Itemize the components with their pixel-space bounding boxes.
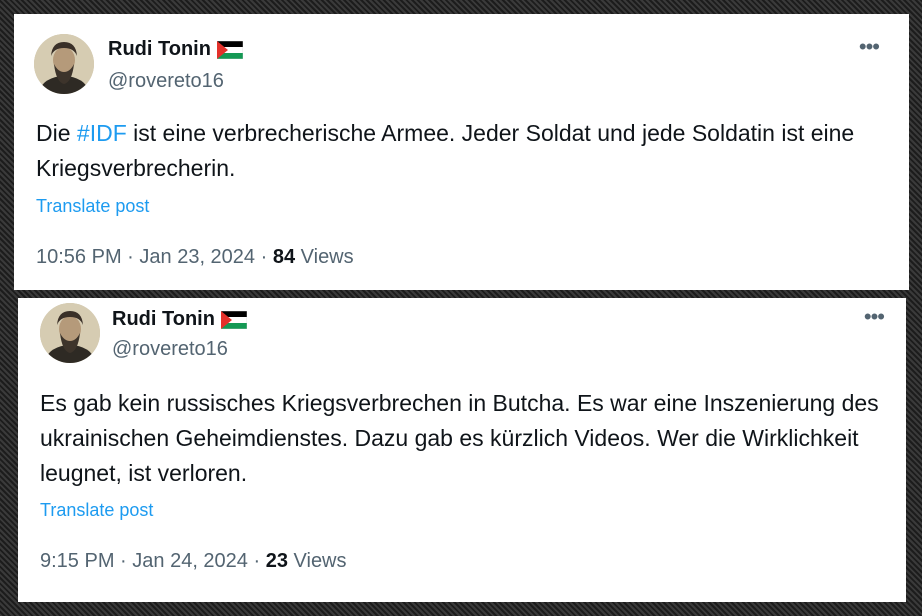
palestine-flag-icon (216, 40, 243, 59)
author-row: Rudi Tonin (112, 308, 247, 331)
palestine-flag-icon (220, 310, 247, 329)
author-row: Rudi Tonin (108, 38, 243, 61)
views-count: 23 (265, 550, 288, 572)
user-handle[interactable]: @rovereto16 (112, 338, 228, 361)
translate-post-link[interactable]: Translate post (40, 500, 153, 521)
separator: · (114, 550, 133, 572)
tweet-meta: 9:15 PM · Jan 24, 2024 · 23 Views (40, 550, 347, 573)
more-options-icon[interactable]: ••• (859, 36, 880, 58)
views-label: Views (293, 550, 347, 572)
tweet-text-part: Die (36, 120, 77, 146)
tweet-text-part: ist eine verbrecherische Armee. Jeder So… (36, 120, 855, 181)
display-name[interactable]: Rudi Tonin (108, 38, 211, 61)
views-label: Views (300, 246, 354, 268)
avatar-portrait-icon (34, 34, 94, 94)
views-count: 84 (272, 246, 296, 268)
more-options-icon[interactable]: ••• (864, 306, 885, 328)
tweet-time[interactable]: 10:56 PM (36, 246, 122, 268)
tweet-meta: 10:56 PM · Jan 23, 2024 · 84 Views (36, 246, 354, 269)
tweet-date[interactable]: Jan 23, 2024 (139, 246, 255, 268)
avatar-portrait-icon (40, 303, 100, 363)
translate-post-link[interactable]: Translate post (36, 196, 149, 217)
display-name[interactable]: Rudi Tonin (112, 308, 215, 331)
avatar[interactable] (34, 34, 94, 94)
separator: · (255, 246, 273, 268)
avatar[interactable] (40, 303, 100, 363)
separator: · (121, 246, 140, 268)
hashtag-link[interactable]: #IDF (77, 120, 127, 146)
tweet-text: Es gab kein russisches Kriegsverbrechen … (40, 390, 879, 486)
tweet-date[interactable]: Jan 24, 2024 (132, 550, 248, 572)
user-handle[interactable]: @rovereto16 (108, 70, 224, 93)
separator: · (247, 550, 266, 572)
tweet-text: Die #IDF ist eine verbrecherische Armee.… (36, 116, 886, 186)
tweet-card[interactable]: Rudi Tonin @rovereto16 ••• Die #IDF ist … (14, 14, 909, 290)
tweet-time[interactable]: 9:15 PM (40, 550, 114, 572)
tweet-card[interactable]: Rudi Tonin @rovereto16 ••• Es gab kein r… (18, 298, 906, 602)
